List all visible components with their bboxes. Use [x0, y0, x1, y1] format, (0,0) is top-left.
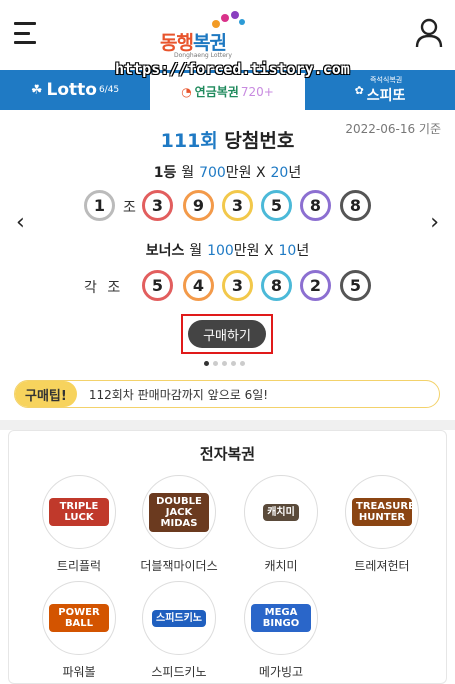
game-item[interactable]: 캐치미 캐치미: [241, 475, 321, 574]
game-logo-text: 캐치미: [263, 503, 299, 521]
game-label: 캐치미: [264, 559, 298, 573]
elottery-title: 전자복권: [199, 445, 256, 463]
game-item[interactable]: POWER BALL 파워볼: [39, 581, 119, 680]
tip-text: 112회차 판매마감까지 앞으로 6일!: [88, 387, 269, 402]
game-logo-text: POWER BALL: [49, 604, 109, 632]
bonus-ball-6: 5: [340, 270, 371, 301]
game-logo-text: MEGA BINGO: [251, 604, 311, 632]
first-ball-5: 8: [300, 190, 331, 221]
user-icon[interactable]: [415, 18, 443, 48]
bonus-numbers-row: 각 조 543825: [0, 270, 455, 304]
game-item[interactable]: 스피드키노 스피드키노: [139, 581, 219, 680]
menu-icon[interactable]: [14, 22, 38, 44]
bonus-ball-1: 5: [142, 270, 173, 301]
first-ball-4: 5: [261, 190, 292, 221]
section-divider: [0, 420, 455, 430]
game-item[interactable]: MEGA BINGO 메가빙고: [241, 581, 321, 680]
game-logo-text: DOUBLE JACK MIDAS: [149, 492, 209, 532]
carousel-dot[interactable]: [222, 361, 227, 366]
draw-title: 111회 당첨번호: [160, 130, 295, 152]
bonus-ball-4: 8: [261, 270, 292, 301]
bonus-prize-line: 보너스 월 100만원 X 10년: [145, 243, 310, 259]
game-label: 스피드키노: [151, 665, 207, 679]
bonus-ball-5: 2: [300, 270, 331, 301]
game-logo-icon: POWER BALL: [42, 581, 116, 655]
buy-button[interactable]: 구매하기: [188, 320, 266, 348]
tip-bar[interactable]: 구매팁! 112회차 판매마감까지 앞으로 6일!: [14, 380, 440, 408]
game-logo-icon: 스피드키노: [142, 581, 216, 655]
bonus-ball-2: 4: [183, 270, 214, 301]
watermark-text: https://forced.tistory.com: [115, 60, 350, 78]
first-ball-3: 3: [222, 190, 253, 221]
logo[interactable]: 동행복권 Donghaeng Lottery: [160, 10, 250, 60]
game-item[interactable]: TRIPLE LUCK 트리플럭: [39, 475, 119, 574]
elottery-section: 전자복권 TRIPLE LUCK 트리플럭 DOUBLE JACK MIDAS 더블잭…: [8, 430, 447, 684]
first-ball-1: 3: [142, 190, 173, 221]
game-logo-icon: 캐치미: [244, 475, 318, 549]
logo-subtitle: Donghaeng Lottery: [174, 52, 232, 59]
carousel-dot[interactable]: [240, 361, 245, 366]
game-logo-text: TREASURE HUNTER: [352, 498, 415, 526]
game-label: 트레져헌터: [354, 559, 410, 573]
game-logo-icon: MEGA BINGO: [244, 581, 318, 655]
game-logo-text: TRIPLE LUCK: [49, 498, 109, 526]
bonus-ball-3: 3: [222, 270, 253, 301]
each-jo-label: 각 조: [84, 280, 124, 296]
first-prize-line: 1등 월 700만원 X 20년: [153, 165, 302, 181]
game-item[interactable]: TREASURE HUNTER 트레져헌터: [342, 475, 422, 574]
buy-highlight: 구매하기: [181, 314, 273, 354]
game-label: 더블잭마이더스: [140, 559, 218, 573]
game-logo-icon: DOUBLE JACK MIDAS: [142, 475, 216, 549]
logo-text: 동행복권: [160, 32, 227, 54]
carousel-dot[interactable]: [231, 361, 236, 366]
game-item[interactable]: DOUBLE JACK MIDAS 더블잭마이더스: [139, 475, 219, 574]
jo-label: 조: [123, 200, 136, 216]
carousel-dot[interactable]: [204, 361, 209, 366]
first-ball-6: 8: [340, 190, 371, 221]
game-logo-text: 스피드키노: [152, 609, 206, 627]
tip-badge: 구매팁!: [15, 381, 77, 407]
first-ball-2: 9: [183, 190, 214, 221]
game-label: 메가빙고: [258, 665, 304, 679]
game-label: 파워볼: [62, 665, 96, 679]
game-logo-icon: TRIPLE LUCK: [42, 475, 116, 549]
carousel-dot[interactable]: [213, 361, 218, 366]
pension-icon: ◔: [181, 84, 192, 99]
jo-ball: 1: [84, 190, 115, 221]
game-label: 트리플럭: [56, 559, 102, 573]
game-logo-icon: TREASURE HUNTER: [345, 475, 419, 549]
first-numbers-row: 1 조 393588: [0, 190, 455, 224]
clover-icon: ☘: [30, 82, 43, 98]
speetto-icon: ✿: [354, 83, 364, 97]
carousel-dots: [204, 361, 245, 366]
